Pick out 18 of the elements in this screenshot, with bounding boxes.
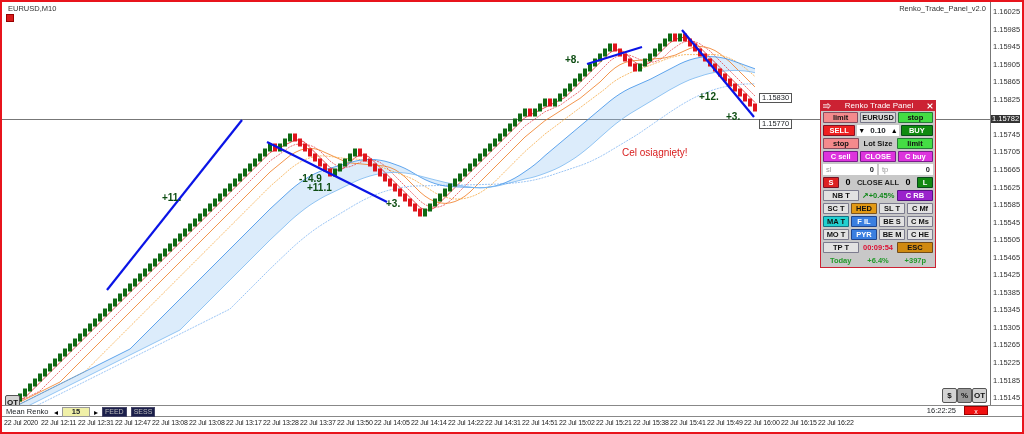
trade-result-label: +8.	[565, 55, 580, 65]
mode-button[interactable]: %	[957, 388, 972, 403]
trend-line	[586, 45, 643, 66]
mode-button[interactable]: OT	[972, 388, 987, 403]
target-message: Cel osiągnięty!	[622, 146, 688, 160]
trade-result-label: +11.1	[307, 183, 332, 193]
mode-button[interactable]: $	[942, 388, 957, 403]
lot-value: 0.10	[870, 124, 886, 137]
trade-result-label: +3.	[386, 199, 401, 209]
close-icon[interactable]	[927, 103, 933, 109]
panel-title: Renko Trade Panel	[844, 101, 914, 111]
panel-label: 0	[844, 177, 852, 188]
arrow-icon[interactable]	[823, 103, 831, 109]
ot-button[interactable]: OT	[5, 395, 20, 405]
trade-result-label: +11.	[162, 193, 182, 203]
panel-label: 0	[904, 177, 912, 188]
trade-result-label: -14.9	[299, 174, 322, 184]
trade-result-label: +12.	[699, 92, 719, 102]
